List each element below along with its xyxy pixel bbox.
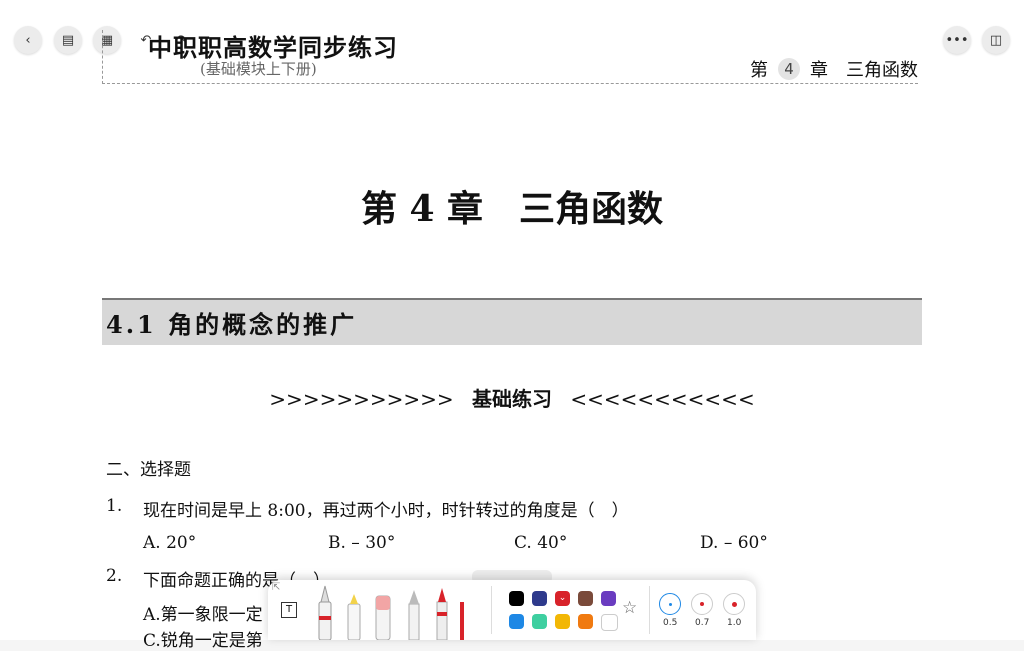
color-swatch-white[interactable] [601,614,618,631]
color-swatch-yellow[interactable] [555,614,570,629]
chapter-suffix: 章 [810,60,828,81]
option-d: D. – 60° [700,533,768,553]
option-a: A. 20° [143,533,197,553]
sidebar-icon: ▤ [61,32,75,48]
dot-icon [700,602,704,606]
question-type-heading: 二、选择题 [106,460,191,480]
left-arrows: >>>>>>>>>>> [269,387,454,411]
toolbar-divider [491,586,492,634]
collapse-icon[interactable]: ⇱ [272,582,280,593]
header-divider [102,83,918,84]
dot-icon [731,601,737,607]
highlighter-icon[interactable] [347,594,361,640]
book-subtitle: (基础模块上下册) [200,60,317,78]
reader-panel-button[interactable]: ◫ [982,26,1010,54]
option-c: C.锐角一定是第 [143,631,263,651]
question-number: 1. [106,496,123,516]
header-border-left [102,30,103,84]
stroke-size-small[interactable] [659,593,681,615]
toolbar-divider [649,586,650,634]
chapter-prefix: 第 [750,60,768,81]
eraser-icon[interactable] [375,595,391,640]
text-tool-icon[interactable]: T [281,602,297,618]
running-header-chapter: 第 4 章 三角函数 [750,56,918,82]
marker-icon[interactable] [436,588,448,640]
fountain-pen-icon[interactable] [318,585,332,640]
dot-icon [668,602,672,606]
stroke-size-large[interactable] [723,593,745,615]
right-arrows: <<<<<<<<<<< [570,387,755,411]
chapter-heading: 第 4 章 三角函数 [360,188,664,230]
exercise-label: 基础练习 [472,387,552,411]
document-page: ‹ ▤ ▦ ↶ ↷ ••• ◫ 中职职高数学同步练习 (基础模块上下册) 第 4… [0,0,1024,651]
section-title: 4.1 角的概念的推广 [106,310,358,339]
exercise-title: >>>>>>>>>>> 基础练习 <<<<<<<<<<< [0,383,1024,412]
chapter-name: 三角函数 [846,60,918,81]
color-swatch-navy[interactable] [532,591,547,606]
panel-icon: ◫ [989,32,1003,48]
question-text: 现在时间是早上 8:00，再过两个小时，时针转过的角度是（ ） [143,501,629,521]
stroke-size-medium[interactable] [691,593,713,615]
back-button[interactable]: ‹ [14,26,42,54]
annotation-toolbar: ⇱ T ⌄ ☆ 0.5 0.7 1.0 [268,580,756,640]
size-label: 0.5 [663,618,678,628]
option-c: C. 40° [514,533,568,553]
chevron-left-icon: ‹ [25,32,31,48]
size-label: 1.0 [727,618,742,628]
color-swatch-red-selected[interactable]: ⌄ [555,591,570,606]
color-swatch-teal[interactable] [532,614,547,629]
color-swatch-black[interactable] [509,591,524,606]
option-b: B. – 30° [328,533,396,553]
thumbnails-button[interactable]: ▦ [93,26,121,54]
option-a: A.第一象限一定 [143,605,263,625]
section-header: 4.1 角的概念的推广 [102,298,922,345]
color-swatch-brown[interactable] [578,591,593,606]
color-swatch-blue[interactable] [509,614,524,629]
favorite-star-icon[interactable]: ☆ [622,598,637,618]
sidebar-toggle-button[interactable]: ▤ [54,26,82,54]
color-swatch-orange[interactable] [578,614,593,629]
chapter-number: 4 [778,58,800,80]
size-label: 0.7 [695,618,710,628]
more-icon: ••• [945,32,969,48]
question-number: 2. [106,566,123,586]
color-swatch-purple[interactable] [601,591,616,606]
more-button[interactable]: ••• [943,26,971,54]
pencil-icon[interactable] [408,590,420,640]
pen-tools [318,585,464,640]
ruler-pen-icon[interactable] [460,602,464,640]
